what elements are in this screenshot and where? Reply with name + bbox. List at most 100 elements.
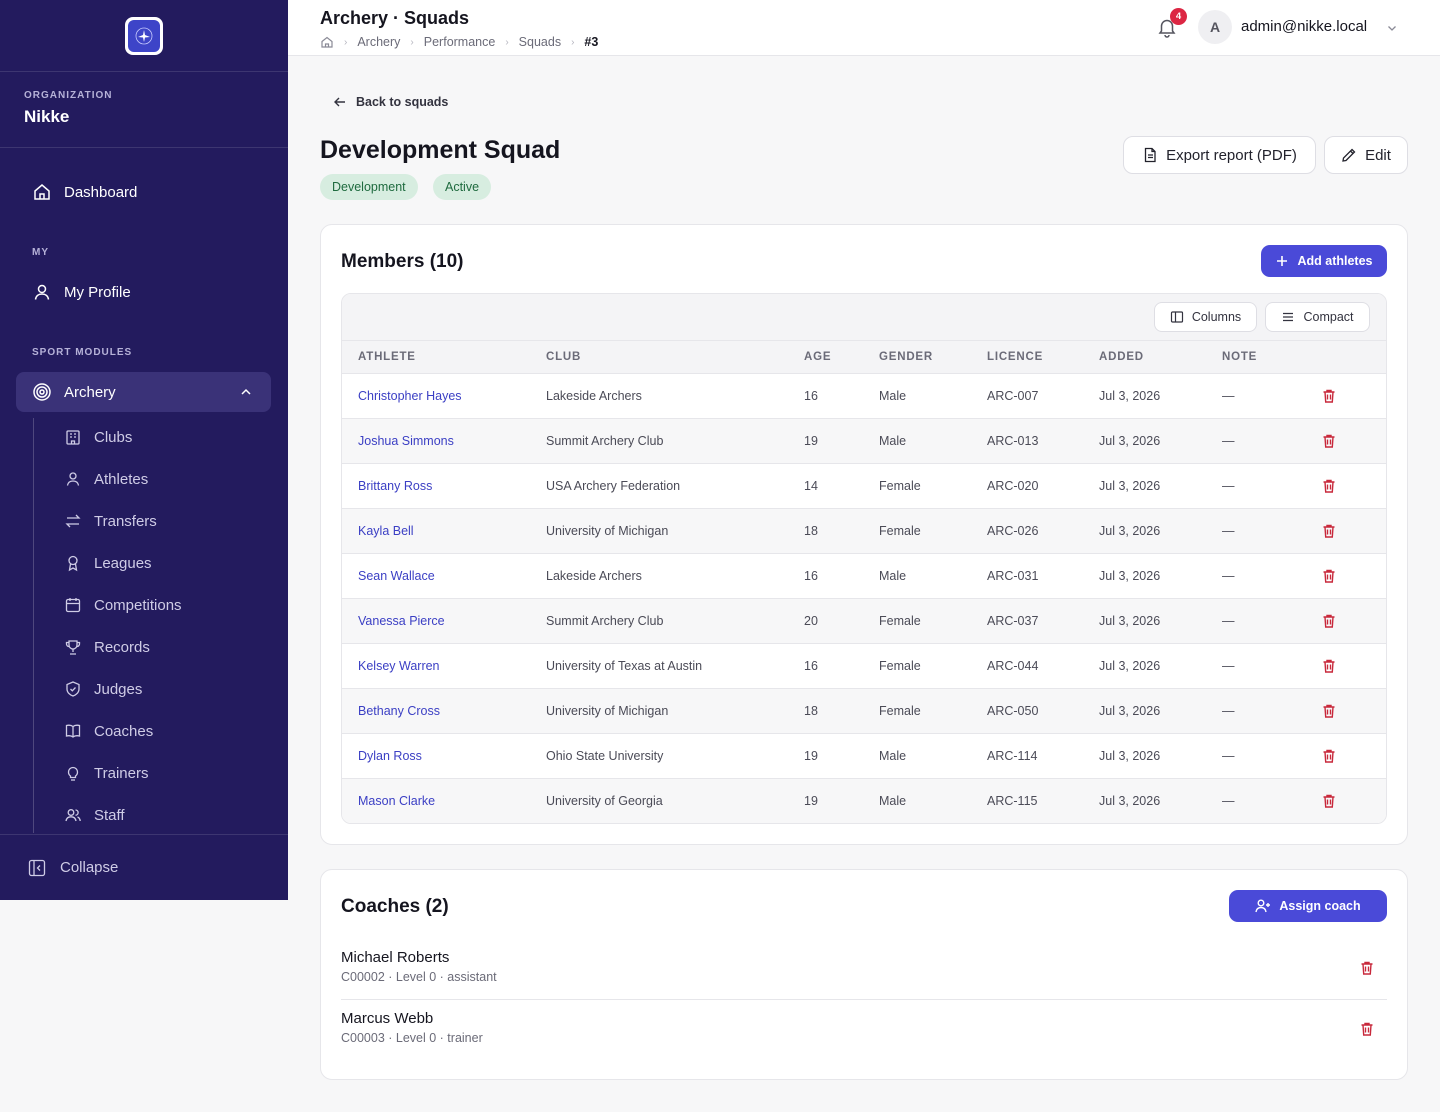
sidebar-collapse-icon xyxy=(28,859,46,877)
column-header-licence[interactable]: LICENCE xyxy=(987,351,1043,363)
breadcrumb-squads[interactable]: Squads xyxy=(519,35,561,49)
table-row: Sean Wallace Lakeside Archers 16 Male ARC-03… xyxy=(342,554,1386,599)
column-header-added[interactable]: ADDED xyxy=(1099,351,1144,363)
home-icon[interactable] xyxy=(320,35,334,49)
trash-icon[interactable] xyxy=(1359,1021,1375,1037)
trash-icon[interactable] xyxy=(1321,478,1337,494)
sidebar-item-clubs[interactable]: Clubs xyxy=(64,425,132,449)
sidebar-item-my-profile[interactable]: My Profile xyxy=(16,272,271,312)
back-to-squads-link[interactable]: Back to squads xyxy=(333,95,448,109)
cell-added: Jul 3, 2026 xyxy=(1099,569,1161,583)
cell-club: University of Michigan xyxy=(546,524,669,538)
cell-gender: Male xyxy=(879,749,907,763)
sidebar-item-transfers[interactable]: Transfers xyxy=(64,509,157,533)
add-athletes-button[interactable]: Add athletes xyxy=(1261,245,1387,277)
column-header-note[interactable]: NOTE xyxy=(1222,351,1257,363)
athlete-link[interactable]: Dylan Ross xyxy=(358,749,422,763)
sidebar-item-competitions[interactable]: Competitions xyxy=(64,593,182,617)
athlete-link[interactable]: Christopher Hayes xyxy=(358,389,462,403)
trash-icon[interactable] xyxy=(1321,793,1337,809)
file-icon xyxy=(1142,147,1166,163)
compact-button[interactable]: Compact xyxy=(1265,302,1370,332)
cell-licence: ARC-020 xyxy=(987,479,1039,493)
submenu-guide-line xyxy=(33,418,34,833)
athlete-link[interactable]: Bethany Cross xyxy=(358,704,440,718)
arrow-left-icon xyxy=(333,95,356,109)
cell-gender: Female xyxy=(879,614,921,628)
trash-icon[interactable] xyxy=(1321,433,1337,449)
column-header-athlete[interactable]: ATHLETE xyxy=(358,351,416,363)
cell-club: Lakeside Archers xyxy=(546,389,642,403)
trash-icon[interactable] xyxy=(1321,748,1337,764)
breadcrumb-separator-icon: › xyxy=(344,36,348,48)
sidebar-item-dashboard[interactable]: Dashboard xyxy=(16,172,271,212)
trash-icon[interactable] xyxy=(1321,613,1337,629)
breadcrumb-archery[interactable]: Archery xyxy=(357,35,400,49)
sidebar-item-athletes[interactable]: Athletes xyxy=(64,467,148,491)
add-athletes-label: Add athletes xyxy=(1297,254,1373,268)
members-card: Members (10) Add athletes Columns Compac… xyxy=(320,224,1408,845)
coach-name[interactable]: Michael Roberts xyxy=(341,949,449,966)
cell-gender: Male xyxy=(879,569,907,583)
edit-button[interactable]: Edit xyxy=(1324,136,1408,174)
collapse-button[interactable]: Collapse xyxy=(0,834,288,900)
assign-coach-button[interactable]: Assign coach xyxy=(1229,890,1387,922)
sidebar-item-archery[interactable]: Archery xyxy=(16,372,271,412)
app-logo[interactable] xyxy=(125,16,163,55)
award-icon xyxy=(64,554,82,572)
cell-age: 16 xyxy=(804,389,818,403)
trash-icon[interactable] xyxy=(1321,523,1337,539)
cell-note: — xyxy=(1222,794,1235,808)
compact-label: Compact xyxy=(1303,310,1354,324)
cell-note: — xyxy=(1222,524,1235,538)
columns-icon xyxy=(1170,310,1192,324)
sidebar-item-label: Archery xyxy=(64,383,116,401)
trash-icon[interactable] xyxy=(1321,388,1337,404)
sidebar-item-coaches[interactable]: Coaches xyxy=(64,719,153,743)
trash-icon[interactable] xyxy=(1321,703,1337,719)
cell-note: — xyxy=(1222,569,1235,583)
sidebar-item-leagues[interactable]: Leagues xyxy=(64,551,152,575)
table-row: Kayla Bell University of Michigan 18 Female… xyxy=(342,509,1386,554)
column-header-club[interactable]: CLUB xyxy=(546,351,581,363)
athlete-link[interactable]: Kelsey Warren xyxy=(358,659,440,673)
columns-button[interactable]: Columns xyxy=(1154,302,1257,332)
athlete-link[interactable]: Mason Clarke xyxy=(358,794,435,808)
cell-note: — xyxy=(1222,704,1235,718)
athlete-link[interactable]: Sean Wallace xyxy=(358,569,435,583)
cell-age: 16 xyxy=(804,659,818,673)
logo-area xyxy=(0,0,288,72)
trash-icon[interactable] xyxy=(1321,568,1337,584)
cell-gender: Male xyxy=(879,434,907,448)
organization-name: Nikke xyxy=(24,107,70,126)
cell-note: — xyxy=(1222,434,1235,448)
column-header-age[interactable]: AGE xyxy=(804,351,831,363)
sidebar-item-label: Trainers xyxy=(94,764,149,782)
avatar[interactable]: A xyxy=(1198,10,1232,44)
export-report-button[interactable]: Export report (PDF) xyxy=(1123,136,1316,174)
sidebar-item-trainers[interactable]: Trainers xyxy=(64,761,148,785)
sidebar-item-records[interactable]: Records xyxy=(64,635,150,659)
cell-gender: Female xyxy=(879,479,921,493)
trash-icon[interactable] xyxy=(1321,658,1337,674)
pencil-icon xyxy=(1341,147,1365,163)
athlete-link[interactable]: Kayla Bell xyxy=(358,524,414,538)
table-row: Brittany Ross USA Archery Federation 14 Fem… xyxy=(342,464,1386,509)
page-header-title: Archery · Squads xyxy=(320,8,470,28)
breadcrumb-performance[interactable]: Performance xyxy=(424,35,496,49)
user-email[interactable]: admin@nikke.local xyxy=(1241,18,1367,35)
athlete-link[interactable]: Vanessa Pierce xyxy=(358,614,445,628)
coach-name[interactable]: Marcus Webb xyxy=(341,1010,433,1027)
chevron-down-icon[interactable] xyxy=(1386,22,1398,34)
cell-club: Summit Archery Club xyxy=(546,434,664,448)
sidebar-item-label: Leagues xyxy=(94,554,152,572)
edit-label: Edit xyxy=(1365,146,1391,164)
sidebar-item-judges[interactable]: Judges xyxy=(64,677,142,701)
table-row: Joshua Simmons Summit Archery Club 19 Male A… xyxy=(342,419,1386,464)
column-header-gender[interactable]: GENDER xyxy=(879,351,933,363)
athlete-link[interactable]: Joshua Simmons xyxy=(358,434,454,448)
trash-icon[interactable] xyxy=(1359,960,1375,976)
building-icon xyxy=(64,428,82,446)
sidebar-item-staff[interactable]: Staff xyxy=(64,803,125,827)
athlete-link[interactable]: Brittany Ross xyxy=(358,479,432,493)
